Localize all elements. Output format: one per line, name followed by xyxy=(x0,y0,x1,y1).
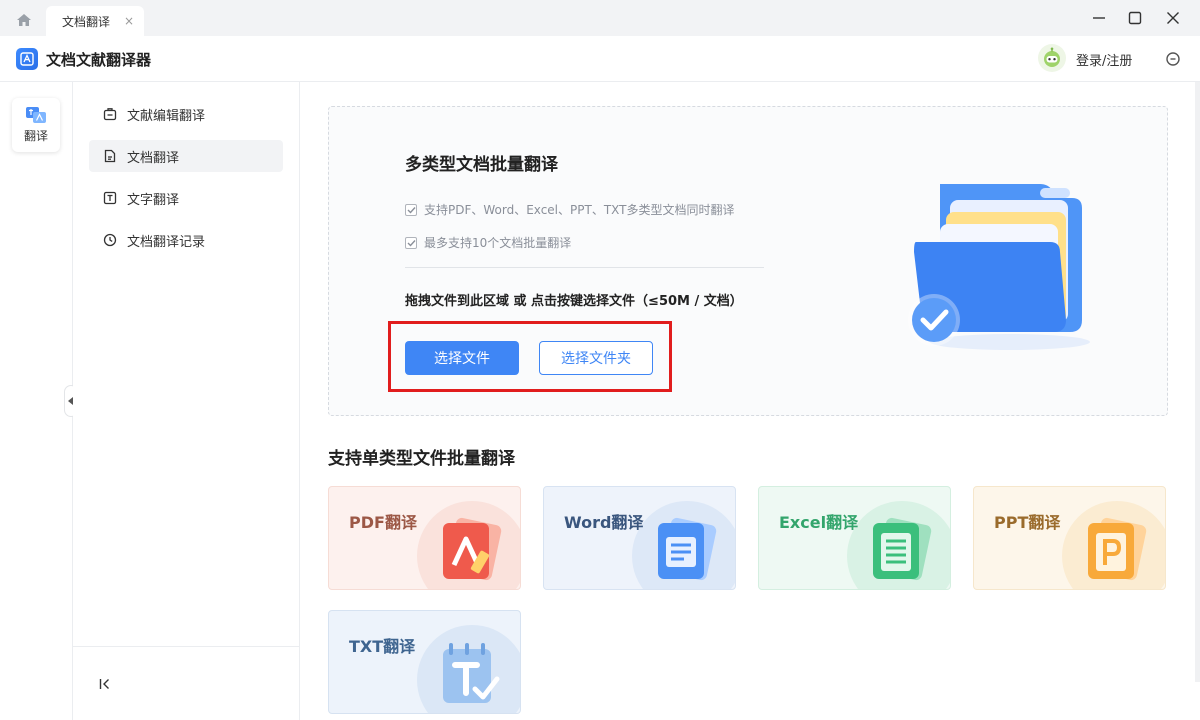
folder-illustration-icon xyxy=(908,184,1090,350)
section-title: 支持单类型文件批量翻译 xyxy=(328,449,515,469)
menu-item-label: 文档翻译 xyxy=(127,150,180,166)
feature-text: 最多支持10个文档批量翻译 xyxy=(424,236,572,250)
card-label: TXT翻译 xyxy=(349,637,416,656)
card-ppt-translate[interactable]: PPT翻译 xyxy=(973,486,1166,590)
menu-item-label: 文档翻译记录 xyxy=(127,234,206,250)
title-bar: 文档翻译 × xyxy=(0,0,1200,36)
select-file-button[interactable]: 选择文件 xyxy=(405,341,519,375)
feature-multi-type: 支持PDF、Word、Excel、PPT、TXT多类型文档同时翻译 xyxy=(405,201,734,218)
robot-avatar-icon xyxy=(1044,47,1060,67)
minimize-button[interactable] xyxy=(1086,6,1112,30)
maximize-icon xyxy=(1128,11,1142,25)
menu-item-label: 文字翻译 xyxy=(127,192,180,208)
home-button[interactable] xyxy=(10,9,38,31)
upload-title: 多类型文档批量翻译 xyxy=(405,155,558,175)
maximize-button[interactable] xyxy=(1122,6,1148,30)
close-window-button[interactable] xyxy=(1160,6,1186,30)
card-label: Word翻译 xyxy=(564,513,644,532)
clock-icon xyxy=(103,233,117,247)
card-label: Excel翻译 xyxy=(779,513,859,532)
menu-item-literature-edit-translate[interactable]: 文献编辑翻译 xyxy=(89,98,283,130)
feature-text: 支持PDF、Word、Excel、PPT、TXT多类型文档同时翻译 xyxy=(424,203,735,217)
app-header: 文档文献翻译器 登录/注册 xyxy=(0,36,1200,82)
tab-label: 文档翻译 xyxy=(62,14,111,29)
text-box-icon xyxy=(103,191,117,205)
card-excel-translate[interactable]: Excel翻译 xyxy=(758,486,951,590)
app-logo-icon xyxy=(16,48,38,70)
menu-divider xyxy=(73,646,299,647)
menu-item-label: 文献编辑翻译 xyxy=(127,108,206,124)
avatar[interactable] xyxy=(1038,44,1066,72)
upload-hint: 拖拽文件到此区域 或 点击按键选择文件（≤50M / 文档） xyxy=(405,294,743,309)
word-file-icon xyxy=(658,517,717,581)
menu-panel: 文献编辑翻译 文档翻译 文字翻译 文档翻译记录 xyxy=(73,82,300,720)
ppt-file-icon xyxy=(1088,517,1147,581)
collapse-menu-button[interactable] xyxy=(95,674,115,694)
card-word-translate[interactable]: Word翻译 xyxy=(543,486,736,590)
card-label: PDF翻译 xyxy=(349,513,417,532)
rail-item-label: 翻译 xyxy=(23,129,48,143)
pdf-file-icon xyxy=(443,517,502,581)
vertical-scrollbar[interactable] xyxy=(1195,82,1200,682)
settings-icon xyxy=(1166,52,1180,66)
feature-batch-limit: 最多支持10个文档批量翻译 xyxy=(405,234,571,251)
rail-item-translate[interactable]: 翻译 xyxy=(12,98,60,152)
upload-divider xyxy=(405,267,764,268)
card-label: PPT翻译 xyxy=(994,513,1061,532)
settings-button[interactable] xyxy=(1164,50,1182,68)
app-title: 文档文献翻译器 xyxy=(46,51,152,69)
card-pdf-translate[interactable]: PDF翻译 xyxy=(328,486,521,590)
nav-rail: 翻译 xyxy=(0,82,73,720)
check-icon xyxy=(405,203,417,216)
document-icon xyxy=(104,149,116,163)
collapse-left-icon xyxy=(99,679,109,689)
translate-icon xyxy=(26,107,46,123)
briefcase-icon xyxy=(103,108,117,121)
menu-item-text-translate[interactable]: 文字翻译 xyxy=(89,182,283,214)
txt-file-icon xyxy=(443,643,500,703)
check-icon xyxy=(405,236,417,249)
select-folder-button[interactable]: 选择文件夹 xyxy=(539,341,653,375)
excel-file-icon xyxy=(873,517,932,581)
tab-document-translation[interactable]: 文档翻译 × xyxy=(46,6,144,36)
menu-item-translate-history[interactable]: 文档翻译记录 xyxy=(89,224,283,256)
card-txt-translate[interactable]: TXT翻译 xyxy=(328,610,521,714)
home-icon xyxy=(17,14,31,26)
login-register-link[interactable]: 登录/注册 xyxy=(1076,50,1132,69)
minimize-icon xyxy=(1093,17,1105,19)
menu-item-document-translate[interactable]: 文档翻译 xyxy=(89,140,283,172)
close-icon xyxy=(1167,12,1179,24)
tab-close-icon[interactable]: × xyxy=(124,14,134,28)
